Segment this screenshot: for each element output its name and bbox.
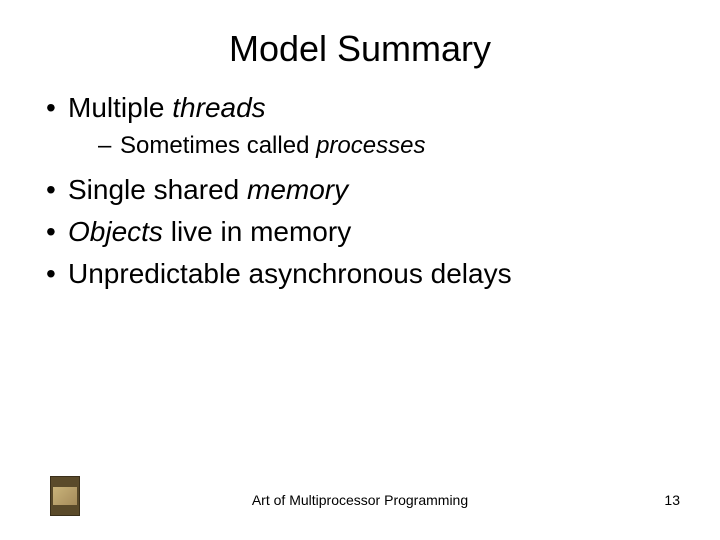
bullet-text: Multiple <box>68 92 172 123</box>
bullet-item: Objects live in memory <box>40 214 680 250</box>
slide: Model Summary Multiple threads Sometimes… <box>0 0 720 540</box>
slide-content: Multiple threads Sometimes called proces… <box>0 90 720 293</box>
bullet-text: live in memory <box>163 216 351 247</box>
bullet-text: Single shared <box>68 174 247 205</box>
bullet-emphasis: threads <box>172 92 265 123</box>
bullet-emphasis: memory <box>247 174 348 205</box>
page-number: 13 <box>664 492 680 508</box>
sub-bullet-emphasis: processes <box>316 132 425 159</box>
bullet-item: Single shared memory <box>40 172 680 208</box>
bullet-emphasis: Objects <box>68 216 163 247</box>
sub-bullet-item: Sometimes called processes <box>98 130 680 161</box>
bullet-list: Multiple threads Sometimes called proces… <box>40 90 680 293</box>
sub-bullet-list: Sometimes called processes <box>68 130 680 161</box>
sub-bullet-text: Sometimes called <box>120 132 316 159</box>
bullet-text: Unpredictable asynchronous delays <box>68 258 512 289</box>
bullet-item: Multiple threads Sometimes called proces… <box>40 90 680 162</box>
footer-text: Art of Multiprocessor Programming <box>0 492 720 508</box>
slide-footer: Art of Multiprocessor Programming 13 <box>0 476 720 516</box>
slide-title: Model Summary <box>0 0 720 90</box>
bullet-item: Unpredictable asynchronous delays <box>40 256 680 292</box>
